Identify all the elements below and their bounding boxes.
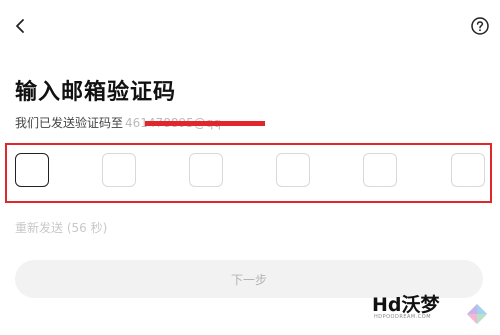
page-title: 输入邮箱验证码 — [15, 80, 177, 105]
gem-icon — [467, 304, 487, 324]
redaction-mark — [145, 121, 265, 126]
watermark-subtext: HDPOODREAM.COM — [374, 314, 432, 320]
highlight-frame — [5, 143, 492, 203]
watermark: Hd沃梦 HDPOODREAM.COM — [372, 290, 497, 332]
code-digit-5[interactable] — [363, 153, 397, 187]
code-digit-4[interactable] — [276, 153, 310, 187]
back-button[interactable] — [11, 16, 31, 36]
code-digit-3[interactable] — [189, 153, 223, 187]
watermark-logo-text: Hd沃梦 — [372, 294, 440, 316]
help-button[interactable] — [470, 16, 490, 36]
code-digit-1[interactable] — [15, 153, 49, 187]
chevron-left-icon — [16, 19, 24, 33]
resend-countdown: 重新发送 (56 秒) — [15, 221, 108, 235]
sent-to-prefix: 我们已发送验证码至 — [15, 116, 124, 130]
question-circle-icon — [471, 17, 489, 35]
code-digit-6[interactable] — [451, 153, 485, 187]
code-digit-2[interactable] — [102, 153, 136, 187]
